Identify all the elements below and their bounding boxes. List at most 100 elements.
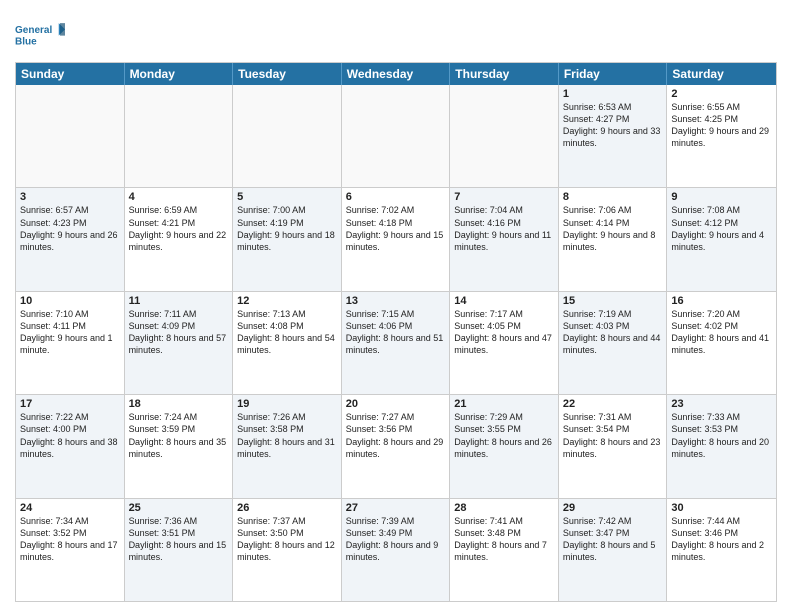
day-number-20: 20	[346, 398, 446, 410]
day-number-27: 27	[346, 502, 446, 514]
day-7: 7Sunrise: 7:04 AM Sunset: 4:16 PM Daylig…	[450, 188, 559, 290]
svg-text:Blue: Blue	[15, 36, 37, 47]
day-29: 29Sunrise: 7:42 AM Sunset: 3:47 PM Dayli…	[559, 499, 668, 601]
day-10: 10Sunrise: 7:10 AM Sunset: 4:11 PM Dayli…	[16, 292, 125, 394]
day-number-28: 28	[454, 502, 554, 514]
header-saturday: Saturday	[667, 63, 776, 85]
day-info-4: Sunrise: 6:59 AM Sunset: 4:21 PM Dayligh…	[129, 204, 229, 253]
day-info-18: Sunrise: 7:24 AM Sunset: 3:59 PM Dayligh…	[129, 411, 229, 460]
day-info-26: Sunrise: 7:37 AM Sunset: 3:50 PM Dayligh…	[237, 515, 337, 564]
day-info-2: Sunrise: 6:55 AM Sunset: 4:25 PM Dayligh…	[671, 101, 772, 150]
day-number-26: 26	[237, 502, 337, 514]
day-23: 23Sunrise: 7:33 AM Sunset: 3:53 PM Dayli…	[667, 395, 776, 497]
day-number-15: 15	[563, 295, 663, 307]
day-number-5: 5	[237, 191, 337, 203]
day-info-22: Sunrise: 7:31 AM Sunset: 3:54 PM Dayligh…	[563, 411, 663, 460]
header-thursday: Thursday	[450, 63, 559, 85]
header: General Blue	[15, 10, 777, 56]
day-9: 9Sunrise: 7:08 AM Sunset: 4:12 PM Daylig…	[667, 188, 776, 290]
day-2: 2Sunrise: 6:55 AM Sunset: 4:25 PM Daylig…	[667, 85, 776, 187]
day-number-17: 17	[20, 398, 120, 410]
empty-cell	[125, 85, 234, 187]
cal-row-4: 24Sunrise: 7:34 AM Sunset: 3:52 PM Dayli…	[16, 498, 776, 601]
day-info-19: Sunrise: 7:26 AM Sunset: 3:58 PM Dayligh…	[237, 411, 337, 460]
header-wednesday: Wednesday	[342, 63, 451, 85]
empty-cell	[233, 85, 342, 187]
day-number-9: 9	[671, 191, 772, 203]
day-info-12: Sunrise: 7:13 AM Sunset: 4:08 PM Dayligh…	[237, 308, 337, 357]
calendar-body: 1Sunrise: 6:53 AM Sunset: 4:27 PM Daylig…	[16, 85, 776, 601]
day-info-5: Sunrise: 7:00 AM Sunset: 4:19 PM Dayligh…	[237, 204, 337, 253]
day-info-21: Sunrise: 7:29 AM Sunset: 3:55 PM Dayligh…	[454, 411, 554, 460]
day-25: 25Sunrise: 7:36 AM Sunset: 3:51 PM Dayli…	[125, 499, 234, 601]
day-30: 30Sunrise: 7:44 AM Sunset: 3:46 PM Dayli…	[667, 499, 776, 601]
day-number-23: 23	[671, 398, 772, 410]
day-27: 27Sunrise: 7:39 AM Sunset: 3:49 PM Dayli…	[342, 499, 451, 601]
day-info-8: Sunrise: 7:06 AM Sunset: 4:14 PM Dayligh…	[563, 204, 663, 253]
day-number-29: 29	[563, 502, 663, 514]
page: General Blue SundayMondayTuesdayWednesda…	[0, 0, 792, 612]
empty-cell	[342, 85, 451, 187]
day-4: 4Sunrise: 6:59 AM Sunset: 4:21 PM Daylig…	[125, 188, 234, 290]
day-20: 20Sunrise: 7:27 AM Sunset: 3:56 PM Dayli…	[342, 395, 451, 497]
cal-row-2: 10Sunrise: 7:10 AM Sunset: 4:11 PM Dayli…	[16, 291, 776, 394]
day-info-23: Sunrise: 7:33 AM Sunset: 3:53 PM Dayligh…	[671, 411, 772, 460]
day-15: 15Sunrise: 7:19 AM Sunset: 4:03 PM Dayli…	[559, 292, 668, 394]
cal-row-1: 3Sunrise: 6:57 AM Sunset: 4:23 PM Daylig…	[16, 187, 776, 290]
day-info-25: Sunrise: 7:36 AM Sunset: 3:51 PM Dayligh…	[129, 515, 229, 564]
day-number-2: 2	[671, 88, 772, 100]
day-number-1: 1	[563, 88, 663, 100]
empty-cell	[16, 85, 125, 187]
day-8: 8Sunrise: 7:06 AM Sunset: 4:14 PM Daylig…	[559, 188, 668, 290]
day-number-14: 14	[454, 295, 554, 307]
calendar-header: SundayMondayTuesdayWednesdayThursdayFrid…	[16, 63, 776, 85]
day-13: 13Sunrise: 7:15 AM Sunset: 4:06 PM Dayli…	[342, 292, 451, 394]
day-number-13: 13	[346, 295, 446, 307]
day-number-10: 10	[20, 295, 120, 307]
day-14: 14Sunrise: 7:17 AM Sunset: 4:05 PM Dayli…	[450, 292, 559, 394]
day-number-19: 19	[237, 398, 337, 410]
day-info-3: Sunrise: 6:57 AM Sunset: 4:23 PM Dayligh…	[20, 204, 120, 253]
day-number-11: 11	[129, 295, 229, 307]
day-info-7: Sunrise: 7:04 AM Sunset: 4:16 PM Dayligh…	[454, 204, 554, 253]
cal-row-0: 1Sunrise: 6:53 AM Sunset: 4:27 PM Daylig…	[16, 85, 776, 187]
day-info-30: Sunrise: 7:44 AM Sunset: 3:46 PM Dayligh…	[671, 515, 772, 564]
day-info-29: Sunrise: 7:42 AM Sunset: 3:47 PM Dayligh…	[563, 515, 663, 564]
day-3: 3Sunrise: 6:57 AM Sunset: 4:23 PM Daylig…	[16, 188, 125, 290]
svg-text:General: General	[15, 25, 52, 36]
day-number-7: 7	[454, 191, 554, 203]
header-friday: Friday	[559, 63, 668, 85]
day-info-27: Sunrise: 7:39 AM Sunset: 3:49 PM Dayligh…	[346, 515, 446, 564]
day-number-25: 25	[129, 502, 229, 514]
day-12: 12Sunrise: 7:13 AM Sunset: 4:08 PM Dayli…	[233, 292, 342, 394]
day-6: 6Sunrise: 7:02 AM Sunset: 4:18 PM Daylig…	[342, 188, 451, 290]
day-info-1: Sunrise: 6:53 AM Sunset: 4:27 PM Dayligh…	[563, 101, 663, 150]
day-28: 28Sunrise: 7:41 AM Sunset: 3:48 PM Dayli…	[450, 499, 559, 601]
day-info-20: Sunrise: 7:27 AM Sunset: 3:56 PM Dayligh…	[346, 411, 446, 460]
header-sunday: Sunday	[16, 63, 125, 85]
day-1: 1Sunrise: 6:53 AM Sunset: 4:27 PM Daylig…	[559, 85, 668, 187]
calendar: SundayMondayTuesdayWednesdayThursdayFrid…	[15, 62, 777, 602]
day-11: 11Sunrise: 7:11 AM Sunset: 4:09 PM Dayli…	[125, 292, 234, 394]
day-info-15: Sunrise: 7:19 AM Sunset: 4:03 PM Dayligh…	[563, 308, 663, 357]
day-info-11: Sunrise: 7:11 AM Sunset: 4:09 PM Dayligh…	[129, 308, 229, 357]
day-26: 26Sunrise: 7:37 AM Sunset: 3:50 PM Dayli…	[233, 499, 342, 601]
day-info-6: Sunrise: 7:02 AM Sunset: 4:18 PM Dayligh…	[346, 204, 446, 253]
day-16: 16Sunrise: 7:20 AM Sunset: 4:02 PM Dayli…	[667, 292, 776, 394]
day-info-14: Sunrise: 7:17 AM Sunset: 4:05 PM Dayligh…	[454, 308, 554, 357]
day-21: 21Sunrise: 7:29 AM Sunset: 3:55 PM Dayli…	[450, 395, 559, 497]
day-22: 22Sunrise: 7:31 AM Sunset: 3:54 PM Dayli…	[559, 395, 668, 497]
day-info-16: Sunrise: 7:20 AM Sunset: 4:02 PM Dayligh…	[671, 308, 772, 357]
day-number-16: 16	[671, 295, 772, 307]
day-number-21: 21	[454, 398, 554, 410]
day-info-28: Sunrise: 7:41 AM Sunset: 3:48 PM Dayligh…	[454, 515, 554, 564]
day-info-17: Sunrise: 7:22 AM Sunset: 4:00 PM Dayligh…	[20, 411, 120, 460]
day-number-30: 30	[671, 502, 772, 514]
day-18: 18Sunrise: 7:24 AM Sunset: 3:59 PM Dayli…	[125, 395, 234, 497]
day-number-24: 24	[20, 502, 120, 514]
header-monday: Monday	[125, 63, 234, 85]
day-info-10: Sunrise: 7:10 AM Sunset: 4:11 PM Dayligh…	[20, 308, 120, 357]
day-17: 17Sunrise: 7:22 AM Sunset: 4:00 PM Dayli…	[16, 395, 125, 497]
day-19: 19Sunrise: 7:26 AM Sunset: 3:58 PM Dayli…	[233, 395, 342, 497]
day-number-22: 22	[563, 398, 663, 410]
